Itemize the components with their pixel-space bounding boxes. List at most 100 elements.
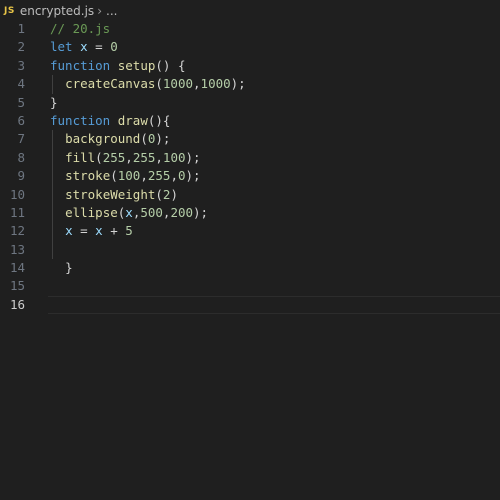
- code-line[interactable]: 9 stroke(100,255,0);: [0, 167, 500, 186]
- code-token: setup: [117, 57, 156, 73]
- line-number: 7: [17, 131, 25, 147]
- code-line[interactable]: 8 fill(255,255,100);: [0, 148, 500, 168]
- code-token: 5: [125, 223, 133, 239]
- code-token: );: [155, 131, 171, 147]
- code-token: +: [102, 223, 126, 239]
- code-text: stroke(100,255,0);: [50, 167, 201, 185]
- code-line[interactable]: 10 strokeWeight(2): [0, 185, 500, 204]
- code-token: 255: [102, 149, 126, 165]
- code-line[interactable]: 1 // 20.js: [0, 20, 500, 38]
- code-token: 200: [170, 204, 194, 220]
- code-token: x: [80, 39, 88, 55]
- code-token: strokeWeight: [65, 186, 156, 202]
- code-editor[interactable]: JS encrypted.js › ... 1 // 20.js 2 let x = …: [0, 0, 500, 500]
- code-token: );: [185, 149, 201, 165]
- chevron-right-icon: ›: [97, 4, 102, 18]
- line-number: 10: [9, 186, 25, 202]
- code-text: ellipse(x,500,200);: [50, 204, 208, 222]
- code-token: function: [50, 57, 111, 73]
- code-token: stroke: [65, 168, 111, 184]
- code-token: =: [72, 223, 96, 239]
- current-line-highlight: [48, 295, 500, 315]
- code-token: createCanvas: [65, 76, 156, 92]
- code-line[interactable]: 6 function draw(){: [0, 112, 500, 130]
- code-token: 100: [117, 168, 141, 184]
- code-token: ): [170, 186, 178, 202]
- code-token: draw: [117, 112, 148, 128]
- code-token: (: [155, 76, 163, 92]
- code-token: 1000: [162, 76, 194, 92]
- breadcrumb-filename[interactable]: encrypted.js: [20, 4, 94, 18]
- code-token: // 20.js: [50, 21, 111, 36]
- code-line[interactable]: 14 }: [0, 259, 500, 277]
- code-token: ,: [140, 168, 148, 184]
- code-line[interactable]: 2 let x = 0: [0, 38, 500, 56]
- code-line[interactable]: 13: [0, 240, 500, 260]
- code-token: );: [230, 76, 246, 92]
- code-text: fill(255,255,100);: [50, 149, 201, 167]
- line-number: 3: [17, 57, 25, 73]
- code-text: function setup() {: [50, 57, 186, 75]
- indent-guide: [52, 240, 53, 260]
- line-number: 8: [17, 149, 25, 165]
- code-text: let x = 0: [50, 38, 118, 56]
- code-token: function: [50, 112, 111, 128]
- code-line[interactable]: 4 createCanvas(1000,1000);: [0, 75, 500, 94]
- code-text: }: [50, 259, 73, 277]
- code-text: background(0);: [50, 130, 170, 148]
- code-token: let: [50, 39, 73, 55]
- code-token: x: [95, 223, 103, 239]
- code-text: createCanvas(1000,1000);: [50, 75, 246, 93]
- code-token: );: [185, 168, 201, 184]
- code-token: 1000: [200, 76, 231, 92]
- code-line[interactable]: 16: [0, 295, 500, 315]
- code-token: fill: [65, 149, 96, 165]
- line-number: 5: [17, 94, 25, 110]
- code-token: 100: [162, 149, 186, 165]
- code-area[interactable]: 1// 20.js 2 let x = 0 3 function setup() {4 …: [0, 20, 500, 315]
- code-token: (: [110, 168, 118, 184]
- line-number: 11: [9, 204, 25, 220]
- code-token: 255: [132, 149, 156, 165]
- code-token: 255: [147, 168, 171, 184]
- code-line[interactable]: 15: [0, 277, 500, 295]
- code-token: ,: [170, 168, 178, 184]
- code-token: (: [140, 131, 148, 147]
- code-token: 0: [177, 168, 186, 184]
- code-token: 500: [140, 204, 163, 220]
- line-number: 14: [9, 260, 25, 276]
- code-token: ,: [155, 149, 163, 165]
- code-token: =: [87, 39, 111, 55]
- line-number: 4: [17, 76, 25, 92]
- breadcrumb-symbol-more[interactable]: ...: [106, 4, 117, 18]
- code-line[interactable]: 5}: [0, 94, 500, 112]
- code-text: // 20.js: [50, 20, 110, 38]
- code-token: 0: [110, 39, 118, 55]
- code-text: x = x + 5: [50, 222, 133, 240]
- code-token: (: [95, 149, 103, 165]
- line-number: 12: [9, 223, 25, 239]
- line-number: 6: [17, 112, 25, 128]
- code-line[interactable]: 3 function setup() {: [0, 57, 500, 75]
- line-number: 9: [17, 168, 25, 184]
- code-token: () {: [155, 57, 186, 73]
- code-line[interactable]: 11 ellipse(x,500,200);: [0, 203, 500, 223]
- line-number: 16: [9, 296, 25, 312]
- code-token: (){: [147, 112, 171, 128]
- code-token: ,: [125, 149, 133, 165]
- code-token: background: [65, 131, 141, 147]
- code-token: x: [125, 204, 133, 220]
- code-line[interactable]: 7 background(0);: [0, 130, 500, 149]
- code-token: (: [155, 186, 163, 202]
- code-token: );: [193, 204, 209, 220]
- code-line[interactable]: 12 x = x + 5: [0, 222, 500, 241]
